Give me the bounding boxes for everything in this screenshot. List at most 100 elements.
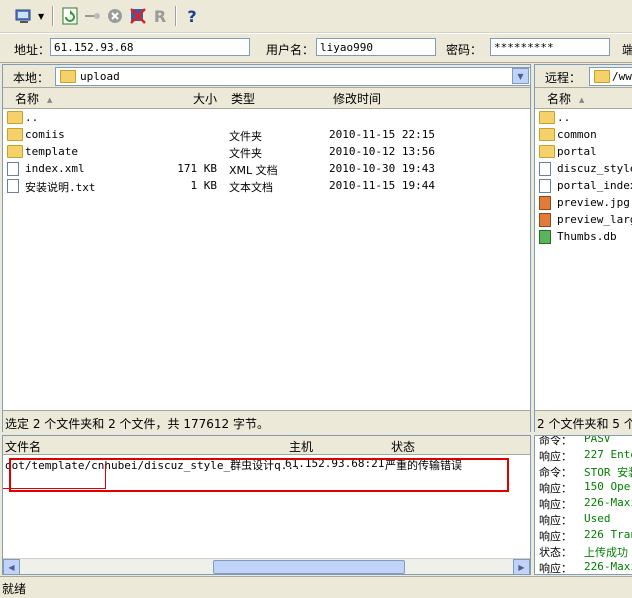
chevron-down-icon[interactable]: ▼ bbox=[512, 68, 529, 84]
remote-path-text: /www bbox=[612, 70, 632, 83]
address-input[interactable] bbox=[50, 38, 250, 56]
local-pane: 本地： upload ▼ 名称 ▲ 大小 类型 修改时间 .. comiis 文件夹… bbox=[2, 64, 531, 432]
log-value: 227 Ente bbox=[584, 448, 632, 461]
col-name[interactable]: 名称 bbox=[15, 90, 39, 107]
col-modified[interactable]: 修改时间 bbox=[333, 90, 381, 107]
file-name: .. bbox=[25, 111, 39, 124]
log-value: STOR 安装 bbox=[584, 466, 632, 479]
user-input[interactable] bbox=[316, 38, 436, 56]
file-modified: 2010-10-12 13:56 bbox=[329, 145, 435, 158]
file-name: Thumbs.db bbox=[557, 230, 617, 243]
remote-column-header: 名称 ▲ bbox=[535, 88, 632, 109]
scroll-left-icon[interactable]: ◀ bbox=[3, 559, 20, 575]
local-path-text: upload bbox=[80, 70, 120, 83]
remote-file-row[interactable]: .. bbox=[539, 109, 632, 126]
folder-icon bbox=[539, 111, 555, 124]
file-name: portal bbox=[557, 145, 597, 158]
file-name: preview_large bbox=[557, 213, 632, 226]
password-input[interactable] bbox=[490, 38, 610, 56]
scroll-right-icon[interactable]: ▶ bbox=[513, 559, 530, 575]
log-value: 226-Maxi bbox=[584, 496, 632, 509]
col-size[interactable]: 大小 bbox=[193, 90, 217, 107]
remote-label: 远程： bbox=[545, 71, 582, 85]
file-name: discuz_style_ bbox=[557, 162, 632, 175]
col-status[interactable]: 状态 bbox=[391, 438, 415, 455]
scroll-thumb[interactable] bbox=[213, 560, 405, 574]
password-label: 密码： bbox=[446, 43, 483, 57]
cancel-icon[interactable] bbox=[105, 6, 125, 26]
col-name[interactable]: 名称 bbox=[547, 90, 571, 107]
reconnect-icon[interactable]: R bbox=[150, 6, 170, 26]
connect-icon[interactable] bbox=[82, 6, 102, 26]
file-type: XML 文档 bbox=[229, 164, 278, 177]
image-file-icon bbox=[539, 196, 551, 210]
local-column-header: 名称 ▲ 大小 类型 修改时间 bbox=[3, 88, 530, 109]
log-pane: 命令：PASV响应：227 Ente命令：STOR 安装响应：150 Oper响… bbox=[534, 435, 632, 575]
col-host[interactable]: 主机 bbox=[289, 438, 313, 455]
local-file-row[interactable]: .. bbox=[7, 109, 527, 126]
text-file-icon bbox=[7, 179, 19, 193]
file-name: .. bbox=[557, 111, 571, 124]
local-status-text: 选定 2 个文件夹和 2 个文件，共 177612 字节。 bbox=[5, 417, 269, 431]
remote-file-row[interactable]: preview.jpg bbox=[539, 194, 632, 211]
status-bar: 就绪 bbox=[0, 576, 632, 598]
folder-icon bbox=[539, 145, 555, 158]
help-icon[interactable]: ? bbox=[182, 6, 202, 26]
remote-file-row[interactable]: Thumbs.db bbox=[539, 228, 632, 245]
remote-file-row[interactable]: portal bbox=[539, 143, 632, 160]
toolbar: ▼ R ? bbox=[0, 0, 632, 33]
log-line: 命令： STOR 安装 bbox=[539, 464, 632, 480]
remote-status-text: 2 个文件夹和 5 个 bbox=[537, 417, 632, 431]
log-kind: 响应： bbox=[539, 530, 572, 543]
local-path-combo[interactable]: upload ▼ bbox=[55, 67, 531, 86]
remote-pane: 远程： /www 名称 ▲ .. common portal discuz_style… bbox=[534, 64, 632, 432]
local-file-row[interactable]: 安装说明.txt 1 KB 文本文档 2010-11-15 19:44 bbox=[7, 177, 527, 194]
queue-column-header: 文件名 主机 状态 bbox=[3, 436, 530, 455]
log-value: 226-Maxi bbox=[584, 560, 632, 573]
log-line: 响应： Used bbox=[539, 512, 632, 528]
refresh-icon[interactable] bbox=[60, 6, 80, 26]
local-status-bar: 选定 2 个文件夹和 2 个文件，共 177612 字节。 bbox=[3, 410, 530, 432]
file-name: common bbox=[557, 128, 597, 141]
connect-bar: 地址： 用户名： 密码： 端 bbox=[0, 33, 632, 63]
image-file-icon bbox=[539, 213, 551, 227]
col-file[interactable]: 文件名 bbox=[5, 438, 41, 455]
remote-status-bar: 2 个文件夹和 5 个 bbox=[535, 410, 632, 432]
log-line: 响应： 227 Ente bbox=[539, 448, 632, 464]
remote-path-bar: 远程： /www bbox=[535, 65, 632, 88]
status-text: 就绪 bbox=[2, 582, 27, 596]
file-modified: 2010-11-15 19:44 bbox=[329, 179, 435, 192]
log-kind: 响应： bbox=[539, 450, 572, 463]
queue-scrollbar[interactable]: ◀ ▶ bbox=[3, 558, 530, 575]
transfer-queue: 文件名 主机 状态 oot/template/cnhubei/discuz_st… bbox=[2, 435, 531, 575]
address-label: 地址： bbox=[14, 43, 51, 57]
port-label: 端 bbox=[622, 43, 632, 57]
log-kind: 响应： bbox=[539, 514, 572, 527]
file-size: 171 KB bbox=[177, 162, 217, 175]
remote-file-row[interactable]: portal_index. bbox=[539, 177, 632, 194]
xml-file-icon bbox=[539, 162, 551, 176]
file-type: 文本文档 bbox=[229, 181, 273, 194]
remote-path-combo[interactable]: /www bbox=[589, 67, 632, 86]
remote-file-row[interactable]: preview_large bbox=[539, 211, 632, 228]
site-manager-icon[interactable] bbox=[14, 6, 34, 26]
local-file-row[interactable]: comiis 文件夹 2010-11-15 22:15 bbox=[7, 126, 527, 143]
folder-icon bbox=[539, 128, 555, 141]
log-line: 状态： 上传成功 bbox=[539, 544, 632, 560]
dropdown-arrow-icon[interactable]: ▼ bbox=[38, 12, 44, 21]
remote-file-row[interactable]: common bbox=[539, 126, 632, 143]
log-kind: 命令： bbox=[539, 466, 572, 479]
db-file-icon bbox=[539, 230, 551, 244]
remote-file-row[interactable]: discuz_style_ bbox=[539, 160, 632, 177]
log-value: 150 Oper bbox=[584, 480, 632, 493]
disconnect-icon[interactable] bbox=[128, 6, 148, 26]
local-label: 本地： bbox=[13, 71, 50, 85]
log-kind: 响应： bbox=[539, 482, 572, 495]
local-file-row[interactable]: index.xml 171 KB XML 文档 2010-10-30 19:43 bbox=[7, 160, 527, 177]
file-modified: 2010-11-15 22:15 bbox=[329, 128, 435, 141]
file-type: 文件夹 bbox=[229, 130, 262, 143]
folder-icon bbox=[7, 111, 23, 124]
col-type[interactable]: 类型 bbox=[231, 90, 255, 107]
local-file-row[interactable]: template 文件夹 2010-10-12 13:56 bbox=[7, 143, 527, 160]
file-name: template bbox=[25, 145, 78, 158]
